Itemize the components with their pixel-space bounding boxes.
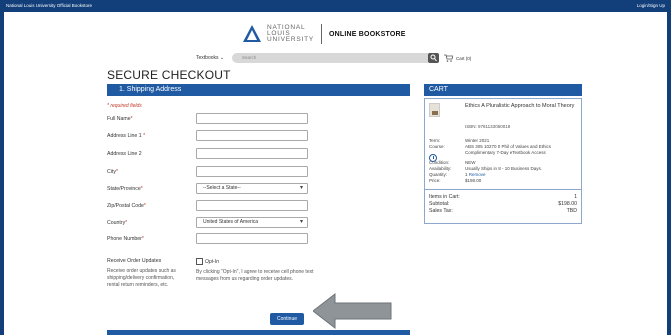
access-note: Complimentary 7-Day eTextbook Access xyxy=(465,150,546,155)
cart-icon xyxy=(444,54,453,62)
full-name-row: Full Name* xyxy=(107,113,407,125)
book-isbn: ISBN: 9781133050018 xyxy=(465,124,511,129)
cart-link[interactable]: Cart (0) xyxy=(444,54,471,62)
section-header: 1. Shipping Address xyxy=(107,84,410,96)
phone-label: Phone Number* xyxy=(107,236,144,242)
city-field[interactable] xyxy=(196,166,308,177)
price-value: $198.00 xyxy=(465,178,482,183)
items-label: Items in Cart: xyxy=(429,194,460,200)
state-label: State/Province* xyxy=(107,186,143,192)
address2-label: Address Line 2 xyxy=(107,151,142,157)
cart-divider xyxy=(425,189,581,190)
state-select[interactable]: --Select a State-- xyxy=(196,183,308,194)
top-bar: National Louis University Official Books… xyxy=(0,0,671,12)
address1-field[interactable] xyxy=(196,130,308,141)
tax-label: Sales Tax: xyxy=(429,208,453,214)
store-title: National Louis University Official Books… xyxy=(6,3,92,8)
cart-header: CART xyxy=(424,84,582,96)
remove-link[interactable]: Remove xyxy=(469,172,486,177)
zip-row: Zip/Postal Code* xyxy=(107,200,407,212)
city-row: City* xyxy=(107,166,407,178)
page-title: SECURE CHECKOUT xyxy=(107,68,231,82)
book-title: Ethics A Pluralistic Approach to Moral T… xyxy=(465,103,575,109)
state-row: State/Province* --Select a State-- xyxy=(107,183,407,195)
book-thumbnail xyxy=(429,103,440,117)
country-select[interactable]: United States of America xyxy=(196,217,308,228)
login-link[interactable]: Login/Sign Up xyxy=(637,0,665,12)
cart-summary: Items in Cart: 1 Subtotal: $198.00 Sales T… xyxy=(429,194,577,215)
order-updates-description: Receive order updates such as shipping/d… xyxy=(107,268,176,288)
order-updates-label: Receive Order Updates xyxy=(107,258,162,264)
required-note: * required fields xyxy=(107,103,142,109)
zip-label: Zip/Postal Code* xyxy=(107,203,146,209)
subtotal-label: Subtotal: xyxy=(429,201,450,207)
optin-checkbox[interactable] xyxy=(196,258,203,265)
zip-field[interactable] xyxy=(196,200,308,211)
country-row: Country* United States of America xyxy=(107,217,407,229)
full-name-label: Full Name* xyxy=(107,116,133,122)
order-updates-block: Receive Order Updates Receive order upda… xyxy=(107,258,187,289)
logo-divider xyxy=(321,24,323,44)
chevron-down-icon: ⌄ xyxy=(219,55,225,61)
address1-label: Address Line 1 * xyxy=(107,133,146,139)
nav-row: Textbooks ⌄ Search Cart (0) xyxy=(196,53,476,65)
full-name-field[interactable] xyxy=(196,113,308,124)
address2-field[interactable] xyxy=(196,148,308,159)
search-button[interactable] xyxy=(428,53,439,63)
textbooks-label: Textbooks xyxy=(196,55,219,61)
phone-row: Phone Number* xyxy=(107,233,407,245)
search-input[interactable]: Search xyxy=(232,53,432,63)
cart-panel: Ethics A Pluralistic Approach to Moral T… xyxy=(424,98,582,224)
continue-button[interactable]: Continue xyxy=(270,313,304,325)
cart-label: Cart (0) xyxy=(456,55,472,61)
phone-field[interactable] xyxy=(196,233,308,244)
optin-checkbox-row[interactable]: Opt-In xyxy=(196,258,219,265)
cart-meta: Term: Winter 2021 Course: ABS 305 10270 0 … xyxy=(429,138,579,184)
city-label: City* xyxy=(107,169,118,175)
search-icon xyxy=(430,54,437,62)
store-name: ONLINE BOOKSTORE xyxy=(329,30,406,38)
pointer-arrow-icon xyxy=(313,292,392,330)
address2-row: Address Line 2 xyxy=(107,148,407,160)
textbooks-menu[interactable]: Textbooks ⌄ xyxy=(196,55,224,61)
subtotal-value: $198.00 xyxy=(558,201,577,207)
items-value: 1 xyxy=(574,194,577,200)
logo[interactable]: NATIONAL LOUIS UNIVERSITY ONLINE BOOKSTO… xyxy=(242,24,406,44)
price-key: Price: xyxy=(429,178,441,183)
nlu-line-3: UNIVERSITY xyxy=(267,36,315,43)
address1-row: Address Line 1 * xyxy=(107,130,407,142)
tax-value: TBD xyxy=(566,208,577,214)
nlu-emblem-icon xyxy=(243,25,261,42)
country-label: Country* xyxy=(107,220,128,226)
optin-label: Opt-In xyxy=(205,258,219,265)
optin-disclaimer: By clicking "Opt-In", I agree to receive… xyxy=(196,269,314,282)
nlu-wordmark: NATIONAL LOUIS UNIVERSITY xyxy=(267,24,315,43)
